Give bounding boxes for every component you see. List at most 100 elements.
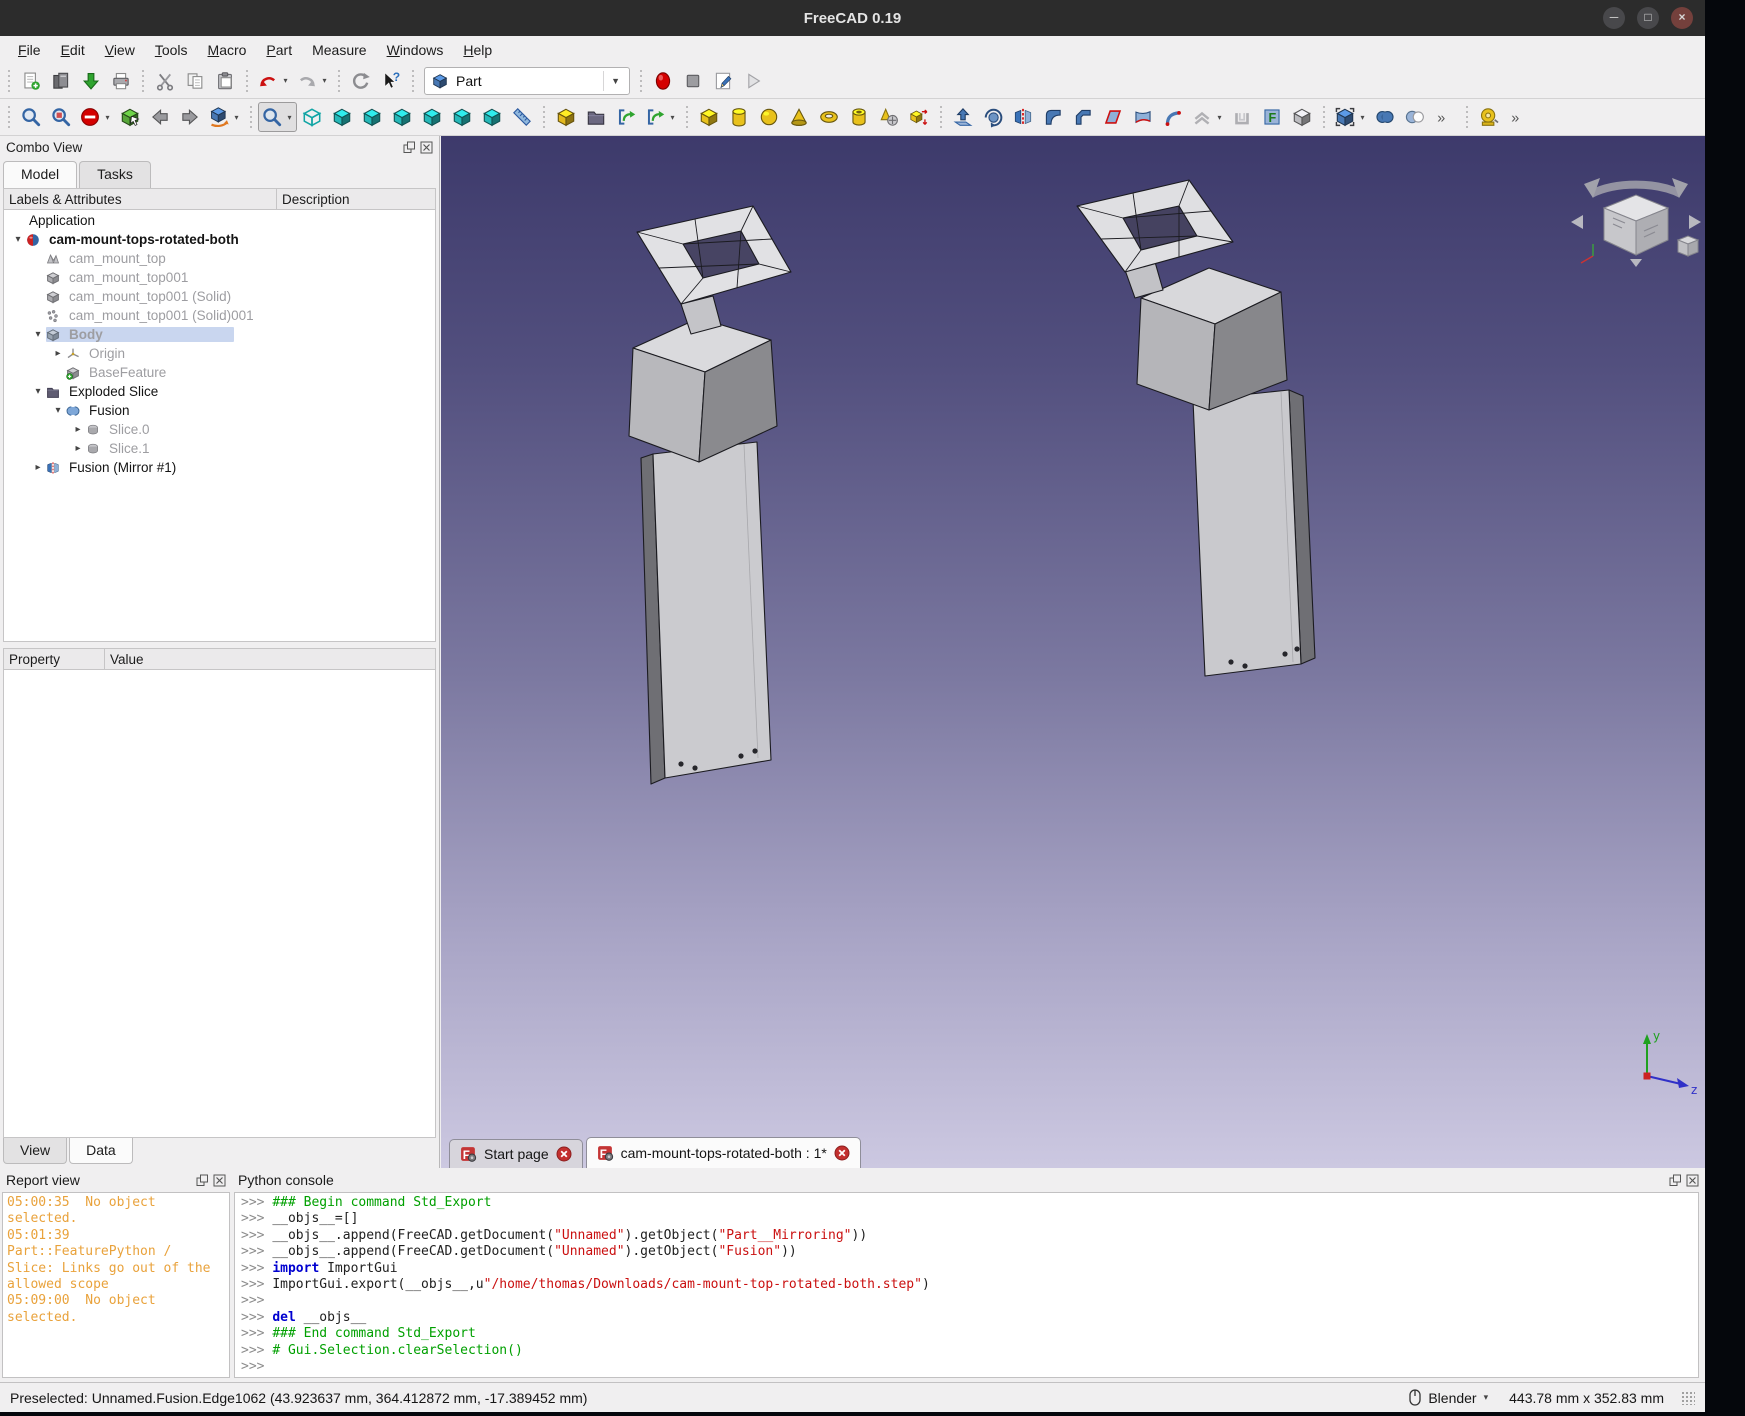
close-panel-icon[interactable] bbox=[213, 1174, 226, 1187]
make-face[interactable] bbox=[1098, 102, 1128, 132]
save-document[interactable] bbox=[76, 66, 106, 96]
zoom-tool[interactable]: ▾ bbox=[258, 102, 297, 132]
make-compound-dropdown[interactable]: ▾ bbox=[1358, 113, 1367, 122]
tree-item-exploded-slice[interactable]: ▾Exploded Slice bbox=[4, 382, 435, 401]
tab-tasks[interactable]: Tasks bbox=[79, 161, 151, 188]
check-geometry[interactable] bbox=[1287, 102, 1317, 132]
measure-tape[interactable] bbox=[1474, 102, 1504, 132]
tree-item-fusion[interactable]: ▾Fusion bbox=[4, 401, 435, 420]
nav-back[interactable] bbox=[145, 102, 175, 132]
refresh[interactable] bbox=[346, 66, 376, 96]
float-panel-icon[interactable] bbox=[196, 1174, 209, 1187]
tree-item-application[interactable]: Application bbox=[4, 211, 435, 230]
undo-dropdown[interactable]: ▾ bbox=[281, 76, 290, 85]
tree-item-body[interactable]: ▾Body bbox=[4, 325, 435, 344]
column-labels-attributes[interactable]: Labels & Attributes bbox=[4, 189, 277, 209]
chamfer[interactable] bbox=[1068, 102, 1098, 132]
toolbar-extension[interactable]: » bbox=[1430, 102, 1460, 132]
tree-item-cam-mount-top[interactable]: cam_mount_top bbox=[4, 249, 435, 268]
make-sub-link-dropdown[interactable]: ▾ bbox=[668, 113, 677, 122]
part-torus[interactable] bbox=[814, 102, 844, 132]
tree-item-basefeature[interactable]: BaseFeature bbox=[4, 363, 435, 382]
tree-item-slice-0[interactable]: ▸Slice.0 bbox=[4, 420, 435, 439]
toolbar-extension-2[interactable]: » bbox=[1504, 102, 1534, 132]
boolean-cut[interactable] bbox=[1400, 102, 1430, 132]
chevron-down-icon[interactable]: ▾ bbox=[1484, 1392, 1489, 1403]
create-group[interactable] bbox=[581, 102, 611, 132]
view-right[interactable] bbox=[387, 102, 417, 132]
minimize-button[interactable]: ─ bbox=[1603, 7, 1625, 29]
menu-view[interactable]: View bbox=[95, 39, 145, 61]
close-button[interactable]: × bbox=[1671, 7, 1693, 29]
boolean-union[interactable] bbox=[1370, 102, 1400, 132]
menu-windows[interactable]: Windows bbox=[377, 39, 454, 61]
home-view-dropdown[interactable]: ▾ bbox=[232, 113, 241, 122]
python-console-log[interactable]: >>> ### Begin command Std_Export>>> __ob… bbox=[234, 1192, 1699, 1378]
navigation-cube[interactable] bbox=[1571, 178, 1701, 267]
close-tab-icon[interactable] bbox=[556, 1146, 572, 1162]
view-bottom[interactable] bbox=[447, 102, 477, 132]
tab-active-document[interactable]: F cam-mount-tops-rotated-both : 1* bbox=[586, 1137, 861, 1168]
resize-grip[interactable] bbox=[1681, 1391, 1695, 1405]
view-top[interactable] bbox=[357, 102, 387, 132]
chevron-down-icon[interactable]: ▼ bbox=[603, 71, 627, 91]
tree-expander-icon[interactable]: ▾ bbox=[10, 234, 26, 245]
tree-item-cam-mount-top001-solid[interactable]: cam_mount_top001 (Solid) bbox=[4, 287, 435, 306]
tab-start-page[interactable]: F Start page bbox=[449, 1139, 583, 1168]
tree-expander-icon[interactable]: ▸ bbox=[30, 462, 46, 473]
revolve[interactable] bbox=[978, 102, 1008, 132]
part-sphere[interactable] bbox=[754, 102, 784, 132]
menu-measure[interactable]: Measure bbox=[302, 39, 376, 61]
whats-this[interactable]: ? bbox=[376, 66, 406, 96]
menu-part[interactable]: Part bbox=[256, 39, 302, 61]
make-link[interactable] bbox=[611, 102, 641, 132]
model-left-tower[interactable] bbox=[629, 206, 791, 784]
workbench-selector[interactable]: Part▼ bbox=[424, 67, 630, 95]
thickness[interactable] bbox=[1227, 102, 1257, 132]
tree-expander-icon[interactable]: ▾ bbox=[30, 329, 46, 340]
offset-dropdown[interactable]: ▾ bbox=[1215, 113, 1224, 122]
view-rear[interactable] bbox=[417, 102, 447, 132]
open-document[interactable] bbox=[46, 66, 76, 96]
print[interactable] bbox=[106, 66, 136, 96]
copy[interactable] bbox=[180, 66, 210, 96]
part-tube[interactable] bbox=[844, 102, 874, 132]
menu-edit[interactable]: Edit bbox=[51, 39, 95, 61]
undo[interactable]: ▾ bbox=[254, 66, 293, 96]
new-document[interactable] bbox=[16, 66, 46, 96]
maximize-button[interactable]: □ bbox=[1637, 7, 1659, 29]
column-property[interactable]: Property bbox=[4, 649, 105, 669]
tree-item-cam-mount-tops-rotated-both[interactable]: ▾cam-mount-tops-rotated-both bbox=[4, 230, 435, 249]
navigation-style-selector[interactable]: Blender bbox=[1428, 1390, 1476, 1406]
tree-item-fusion-mirror-1[interactable]: ▸Fusion (Mirror #1) bbox=[4, 458, 435, 477]
measure-distance[interactable] bbox=[507, 102, 537, 132]
create-part[interactable] bbox=[551, 102, 581, 132]
macro-edit[interactable] bbox=[708, 66, 738, 96]
macro-record[interactable] bbox=[648, 66, 678, 96]
tree-expander-icon[interactable]: ▸ bbox=[70, 424, 86, 435]
float-panel-icon[interactable] bbox=[403, 141, 416, 154]
menu-macro[interactable]: Macro bbox=[198, 39, 257, 61]
close-panel-icon[interactable] bbox=[1686, 1174, 1699, 1187]
tab-model[interactable]: Model bbox=[3, 161, 77, 188]
column-value[interactable]: Value bbox=[105, 652, 144, 667]
part-cylinder[interactable] bbox=[724, 102, 754, 132]
home-view[interactable]: ▾ bbox=[205, 102, 244, 132]
tree-item-slice-1[interactable]: ▸Slice.1 bbox=[4, 439, 435, 458]
shape-builder[interactable] bbox=[874, 102, 904, 132]
extrude[interactable] bbox=[948, 102, 978, 132]
create-primitives[interactable] bbox=[904, 102, 934, 132]
tree-expander-icon[interactable]: ▸ bbox=[70, 443, 86, 454]
close-panel-icon[interactable] bbox=[420, 141, 433, 154]
make-compound[interactable]: ▾ bbox=[1331, 102, 1370, 132]
float-panel-icon[interactable] bbox=[1669, 1174, 1682, 1187]
view-front[interactable] bbox=[327, 102, 357, 132]
menu-file[interactable]: File bbox=[8, 39, 51, 61]
fillet[interactable] bbox=[1038, 102, 1068, 132]
mirror[interactable] bbox=[1008, 102, 1038, 132]
model-right-tower[interactable] bbox=[1077, 180, 1315, 676]
tree-item-origin[interactable]: ▸Origin bbox=[4, 344, 435, 363]
view-axonometric[interactable] bbox=[297, 102, 327, 132]
make-sub-link[interactable]: ▾ bbox=[641, 102, 680, 132]
tree-item-cam-mount-top001[interactable]: cam_mount_top001 bbox=[4, 268, 435, 287]
